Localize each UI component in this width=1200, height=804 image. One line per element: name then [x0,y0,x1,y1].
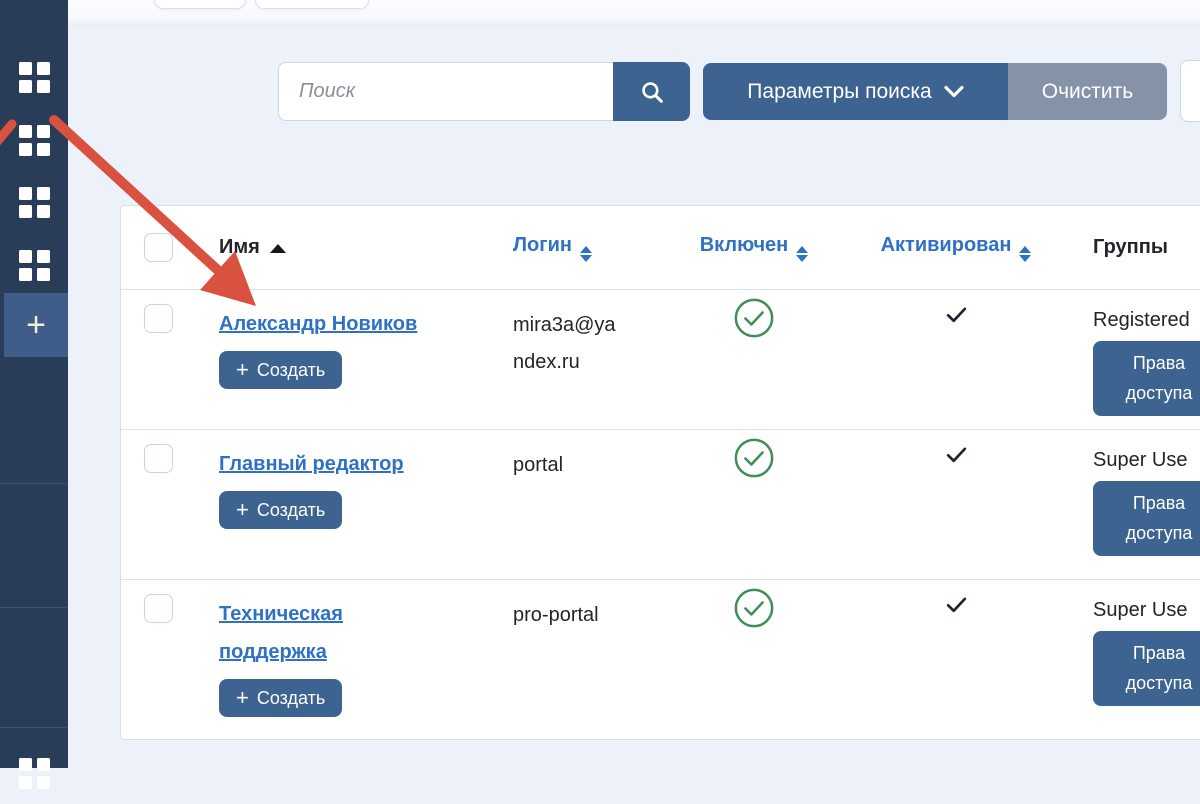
user-name-link[interactable]: Александр Новиков [219,305,417,343]
sort-icon [580,246,592,262]
activated-check-icon [944,592,969,617]
column-header-enabled[interactable]: Включен [700,234,809,256]
row-checkbox[interactable] [144,594,173,623]
search-input[interactable] [278,62,613,121]
row-checkbox[interactable] [144,444,173,473]
login-value: pro-portal [513,580,623,634]
enabled-check-circle-icon [733,297,775,339]
search-params-button[interactable]: Параметры поиска [703,63,1008,120]
access-rights-button[interactable]: Права доступа [1093,481,1200,556]
column-header-name[interactable]: Имя [219,236,286,258]
plus-icon: + [236,689,249,707]
sidebar-divider [0,727,67,728]
access-rights-button[interactable]: Права доступа [1093,341,1200,416]
column-header-activated[interactable]: Активирован [881,234,1032,256]
search-params-label: Параметры поиска [747,80,931,104]
user-name-link[interactable]: Техническая поддержка [219,595,431,671]
plus-icon: + [26,306,46,345]
enabled-check-circle-icon [733,437,775,479]
table-header-row: Имя Логин Включен Активирован Группы [121,206,1200,289]
table-row-user-3: Техническая поддержка + Создать pro-port… [121,579,1200,741]
column-header-login[interactable]: Логин [513,234,592,256]
sidebar-item-apps-5[interactable] [0,742,68,804]
group-name: Super Use [1093,596,1188,624]
users-table: Имя Логин Включен Активирован Группы Але… [120,205,1200,740]
column-header-groups: Группы [1093,236,1168,258]
sidebar-item-apps-4[interactable] [0,234,68,296]
create-button[interactable]: + Создать [219,491,342,529]
top-tab[interactable] [154,0,246,9]
create-button[interactable]: + Создать [219,351,342,389]
activated-check-icon [944,302,969,327]
top-strip [68,0,1200,27]
user-name-link[interactable]: Главный редактор [219,445,404,483]
create-button[interactable]: + Создать [219,679,342,717]
enabled-check-circle-icon [733,587,775,629]
plus-icon: + [236,361,249,379]
sidebar-add-button[interactable]: + [4,293,68,357]
sort-icon [1019,246,1031,262]
row-checkbox[interactable] [144,304,173,333]
magnifier-icon [639,79,665,105]
sidebar-divider [0,607,67,608]
sidebar-divider [0,483,67,484]
plus-icon: + [236,501,249,519]
table-row-user-2: Главный редактор + Создать portal Super … [121,429,1200,579]
apps-grid-icon [19,187,50,218]
apps-grid-icon [19,62,50,93]
login-value: mira3a@yandex.ru [513,290,623,381]
select-all-checkbox[interactable] [144,233,173,262]
sort-asc-icon [270,244,286,253]
access-rights-button[interactable]: Права доступа [1093,631,1200,706]
activated-check-icon [944,442,969,467]
top-tab[interactable] [255,0,369,9]
search-button[interactable] [613,62,690,121]
apps-grid-icon [19,758,50,789]
sidebar-item-apps-3[interactable] [0,171,68,233]
group-name: Registered [1093,306,1190,334]
group-name: Super Use [1093,446,1188,474]
cutoff-right-button[interactable] [1180,60,1200,122]
sidebar: + [0,0,68,768]
chevron-down-icon [944,85,964,98]
sort-icon [796,246,808,262]
table-row-user-1: Александр Новиков + Создать mira3a@yande… [121,289,1200,429]
apps-grid-icon [19,125,50,156]
sidebar-item-apps-2[interactable] [0,109,68,171]
sidebar-item-apps-1[interactable] [0,46,68,108]
clear-search-button[interactable]: Очистить [1008,63,1167,120]
login-value: portal [513,430,623,484]
apps-grid-icon [19,250,50,281]
